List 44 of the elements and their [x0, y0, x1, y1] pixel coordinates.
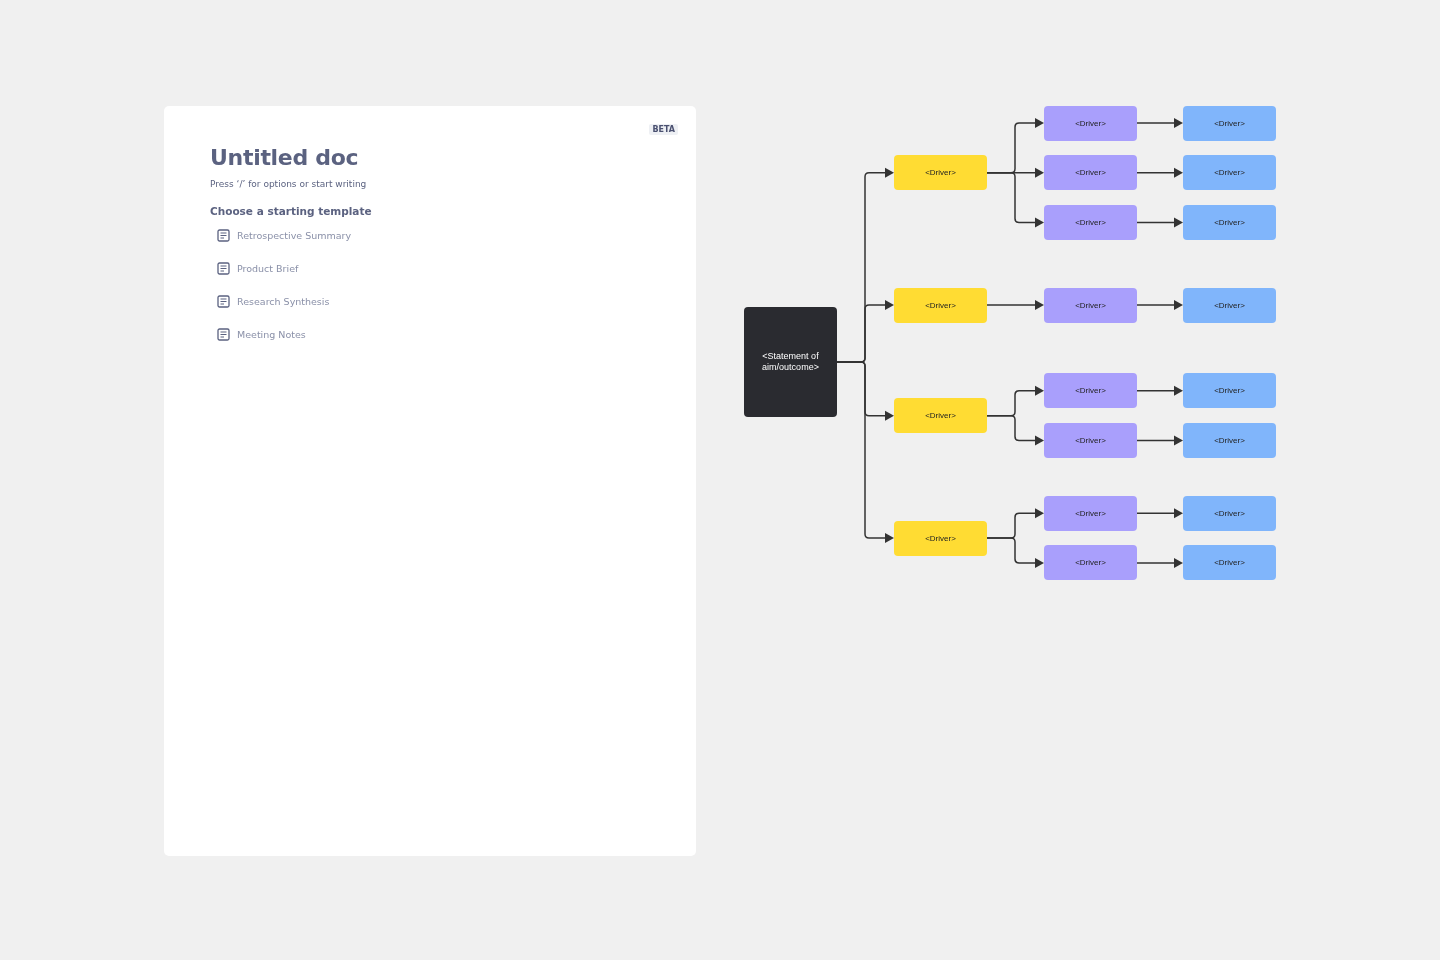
document-icon [217, 294, 230, 308]
template-link[interactable]: Retrospective Summary [237, 229, 352, 241]
driver-node: <Driver> [1183, 287, 1276, 323]
connector-arrow [1136, 118, 1183, 128]
driver-node: <Driver> [1044, 423, 1137, 458]
template-link[interactable]: Product Brief [237, 262, 299, 274]
connector-arrow [1136, 557, 1183, 568]
beta-badge: BETA [649, 124, 678, 135]
connector-arrow [986, 300, 1044, 311]
driver-node: <Driver> [1044, 495, 1137, 531]
document-icon [217, 261, 230, 275]
driver-node: <Driver> [1183, 495, 1276, 531]
doc-title[interactable]: Untitled doc [210, 145, 678, 170]
driver-node: <Driver> [1044, 545, 1137, 581]
connector-arrow [1136, 435, 1183, 446]
document-icon [217, 327, 230, 341]
aim-node: <Statement of aim/outcome> [744, 307, 837, 417]
editor-hint: Press ‘/’ for options or start writing [210, 179, 368, 189]
section-heading: Choose a starting template [210, 205, 373, 217]
connector-arrow [986, 537, 1044, 568]
driver-node: <Driver> [894, 155, 987, 191]
driver-node: <Driver> [1044, 155, 1137, 191]
driver-node: <Driver> [1183, 373, 1276, 409]
driver-node: <Driver> [1183, 545, 1276, 581]
driver-node: <Driver> [1044, 204, 1137, 240]
driver-node: <Driver> [1183, 155, 1276, 191]
connector-arrow [1136, 508, 1183, 519]
driver-node: <Driver> [1183, 105, 1276, 141]
driver-node: <Driver> [894, 287, 987, 323]
template-link[interactable]: Research Synthesis [237, 295, 330, 307]
driver-node: <Driver> [894, 398, 987, 434]
document-icon [217, 228, 230, 242]
driver-node: <Driver> [894, 520, 987, 556]
template-link[interactable]: Meeting Notes [237, 328, 306, 340]
driver-node: <Driver> [1044, 373, 1137, 409]
connector-arrow [1136, 217, 1183, 228]
connector-arrow [986, 414, 1044, 446]
driver-node: <Driver> [1044, 105, 1137, 141]
connector-arrow [1136, 385, 1183, 396]
driver-node: <Driver> [1044, 287, 1137, 323]
driver-node: <Driver> [1183, 423, 1276, 458]
connector-arrow [1136, 300, 1183, 311]
connector-arrow [1136, 167, 1183, 178]
driver-node: <Driver> [1183, 204, 1276, 240]
